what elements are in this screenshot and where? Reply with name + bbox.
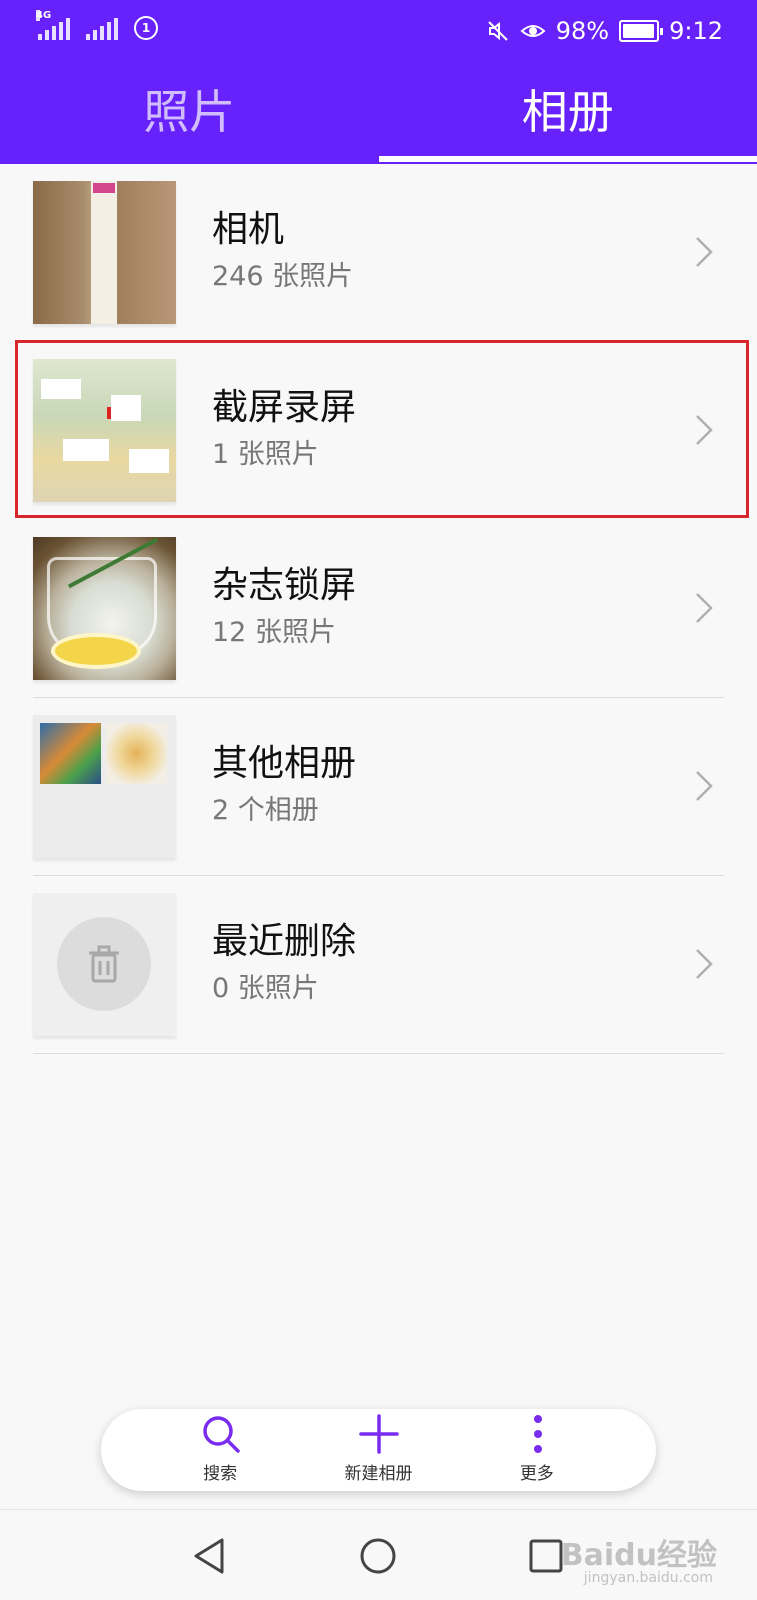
chevron-right-icon bbox=[696, 949, 713, 979]
more-vertical-icon bbox=[533, 1415, 542, 1453]
album-thumbnail bbox=[33, 181, 176, 324]
status-left: 4G 1 bbox=[36, 10, 158, 40]
album-count: 246 张照片 bbox=[212, 261, 354, 292]
signal-sim2-icon bbox=[86, 16, 118, 40]
album-item-screenshots[interactable]: 截屏录屏 1 张照片 bbox=[0, 342, 757, 520]
album-list: 相机 246 张照片 截屏录屏 1 张照片 杂志锁屏 12 张照片 其他相册 2… bbox=[0, 164, 757, 1054]
album-title: 截屏录屏 bbox=[212, 387, 357, 428]
action-bar: 搜索 新建相册 更多 bbox=[101, 1409, 656, 1491]
search-icon bbox=[203, 1416, 240, 1453]
album-item-magazine-lock[interactable]: 杂志锁屏 12 张照片 bbox=[0, 520, 757, 698]
tab-indicator bbox=[379, 156, 757, 162]
more-button[interactable]: 更多 bbox=[477, 1409, 597, 1491]
signal-4g-icon: 4G bbox=[36, 10, 70, 40]
battery-percent: 98% bbox=[555, 17, 610, 45]
album-item-camera[interactable]: 相机 246 张照片 bbox=[0, 164, 757, 342]
album-thumbnail bbox=[33, 715, 176, 858]
back-triangle-icon[interactable] bbox=[186, 1532, 234, 1580]
chevron-right-icon bbox=[696, 415, 713, 445]
home-circle-icon[interactable] bbox=[354, 1532, 402, 1580]
new-album-button[interactable]: 新建相册 bbox=[318, 1409, 438, 1491]
plus-icon bbox=[359, 1414, 400, 1454]
network-type-label: 4G bbox=[36, 10, 52, 21]
navigation-bar bbox=[0, 1509, 757, 1600]
chevron-right-icon bbox=[696, 593, 713, 623]
album-count: 12 张照片 bbox=[212, 617, 336, 648]
battery-icon bbox=[619, 20, 664, 42]
album-title: 杂志锁屏 bbox=[212, 565, 357, 606]
header: 4G 1 98% 9:12 照片 相册 bbox=[0, 0, 757, 164]
tab-bar: 照片 相册 bbox=[0, 64, 757, 164]
divider bbox=[33, 1053, 724, 1054]
data-saver-icon: 1 bbox=[134, 16, 158, 40]
eye-comfort-icon bbox=[520, 25, 546, 37]
album-thumbnail bbox=[33, 893, 176, 1036]
status-bar: 4G 1 98% 9:12 bbox=[0, 0, 757, 64]
album-title: 最近删除 bbox=[212, 921, 357, 962]
album-item-recently-deleted[interactable]: 最近删除 0 张照片 bbox=[0, 876, 757, 1054]
recents-square-icon[interactable] bbox=[522, 1532, 570, 1580]
tab-photos[interactable]: 照片 bbox=[0, 64, 379, 164]
album-title: 相机 bbox=[212, 209, 285, 250]
album-thumbnail bbox=[33, 537, 176, 680]
search-button[interactable]: 搜索 bbox=[160, 1409, 280, 1491]
search-label: 搜索 bbox=[203, 1464, 238, 1484]
battery-level-fill bbox=[623, 24, 655, 38]
clock: 9:12 bbox=[669, 17, 723, 45]
mute-icon bbox=[488, 21, 508, 41]
more-label: 更多 bbox=[519, 1464, 554, 1484]
trash-icon bbox=[89, 945, 119, 983]
album-count: 0 张照片 bbox=[212, 973, 319, 1004]
album-title: 其他相册 bbox=[212, 743, 357, 784]
chevron-right-icon bbox=[696, 771, 713, 801]
album-count: 1 张照片 bbox=[212, 439, 319, 470]
album-item-other-albums[interactable]: 其他相册 2 个相册 bbox=[0, 698, 757, 876]
album-thumbnail bbox=[33, 359, 176, 502]
new-album-label: 新建相册 bbox=[344, 1464, 413, 1484]
status-right: 98% 9:12 bbox=[486, 16, 723, 46]
album-count: 2 个相册 bbox=[212, 795, 319, 826]
tab-albums[interactable]: 相册 bbox=[379, 64, 757, 164]
chevron-right-icon bbox=[696, 237, 713, 267]
